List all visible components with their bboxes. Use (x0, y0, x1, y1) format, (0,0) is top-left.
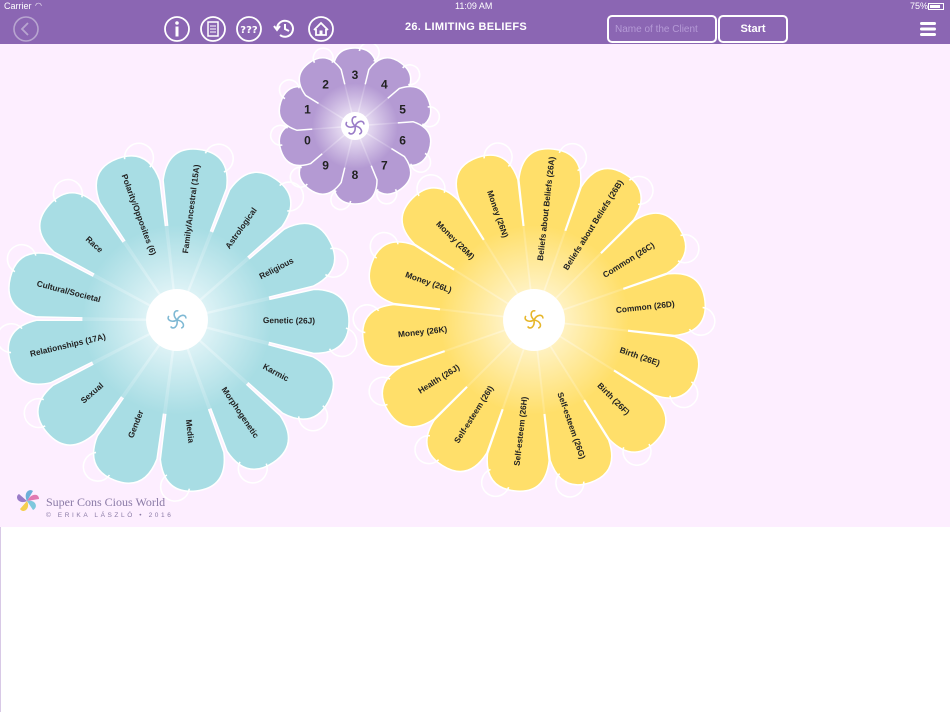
blue-wheel-label: Genetic (26J) (263, 315, 315, 326)
history-icon[interactable] (271, 15, 299, 43)
nav-bar: ??? 26. LIMITING BELIEFS Start (0, 14, 950, 44)
number-wheel-label: 9 (322, 159, 329, 173)
brand-name: Super Cons Cious World (46, 495, 166, 509)
carrier-label: Carrier (4, 1, 32, 11)
brand-copyright: © ERIKA LÁSZLÓ • 2016 (46, 512, 174, 519)
notes-icon[interactable] (199, 15, 227, 43)
blue-wheel: Family/Ancestral (15A) AstrologicalReligi… (0, 142, 358, 502)
number-wheel-label: 2 (322, 78, 329, 92)
number-wheel-label: 7 (381, 159, 388, 173)
logo-swirl-icon (16, 490, 39, 512)
number-wheel: 3 45 67 8 90 12 (269, 44, 441, 211)
battery-label: 75% (910, 1, 929, 11)
battery-icon (928, 3, 944, 10)
number-wheel-label: 3 (352, 68, 359, 82)
wifi-icon: ◠ (35, 1, 42, 10)
number-wheel-label: 0 (304, 134, 311, 148)
yellow-wheel: Beliefs about Beliefs (26A) Beliefs about… (352, 142, 716, 498)
number-wheel-label: 8 (352, 168, 359, 182)
empty-content-area (0, 527, 950, 712)
help-icon[interactable]: ??? (235, 15, 263, 43)
wheels-canvas: Family/Ancestral (15A) AstrologicalReligi… (0, 44, 716, 502)
help-icon-label: ??? (240, 25, 258, 36)
number-wheel-label: 1 (304, 103, 311, 117)
client-name-input[interactable] (607, 15, 717, 43)
number-wheel-label: 4 (381, 78, 388, 92)
start-button[interactable]: Start (718, 15, 788, 43)
info-icon[interactable] (163, 15, 191, 43)
page-title: 26. LIMITING BELIEFS (404, 21, 528, 33)
menu-icon[interactable] (914, 15, 942, 43)
number-wheel-label: 6 (399, 134, 406, 148)
number-wheel-label: 5 (399, 103, 406, 117)
status-bar: Carrier ◠ 11:09 AM 75% (0, 0, 950, 14)
clock-label: 11:09 AM (455, 1, 493, 11)
back-icon[interactable] (12, 15, 40, 43)
home-icon[interactable] (307, 15, 335, 43)
